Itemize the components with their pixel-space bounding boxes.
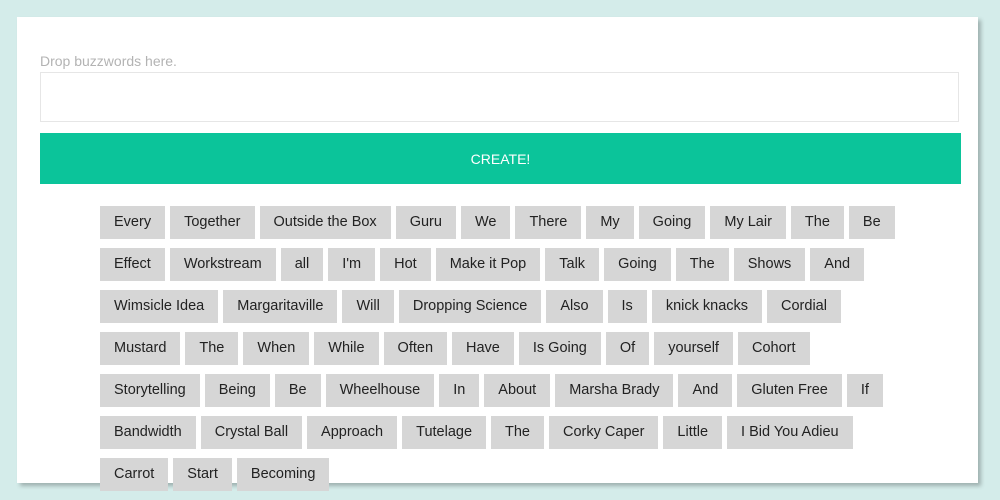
buzzword-chip[interactable]: My Lair xyxy=(710,206,786,239)
buzzword-chip[interactable]: And xyxy=(810,248,865,281)
buzzword-chip[interactable]: Becoming xyxy=(236,458,330,491)
buzzword-chip[interactable]: The xyxy=(790,206,844,239)
buzzword-chip[interactable]: Often xyxy=(383,332,448,365)
buzzword-chip[interactable]: Wheelhouse xyxy=(325,374,435,407)
buzzword-chip[interactable]: Bandwidth xyxy=(100,416,196,449)
buzzword-chip[interactable]: knick knacks xyxy=(651,290,763,323)
buzzword-chip[interactable]: Every xyxy=(100,206,166,239)
buzzword-chip[interactable]: Approach xyxy=(307,416,398,449)
buzzword-chip[interactable]: Will xyxy=(342,290,394,323)
buzzword-chip[interactable]: Hot xyxy=(380,248,431,281)
buzzword-input[interactable] xyxy=(40,72,959,122)
buzzword-chip[interactable]: Storytelling xyxy=(100,374,200,407)
buzzword-chip[interactable]: And xyxy=(678,374,733,407)
buzzword-chip[interactable]: Is xyxy=(607,290,647,323)
buzzword-chip[interactable]: Is Going xyxy=(518,332,601,365)
buzzword-chip[interactable]: While xyxy=(314,332,379,365)
buzzword-chip[interactable]: Wimsicle Idea xyxy=(100,290,219,323)
buzzword-chip[interactable]: Workstream xyxy=(169,248,276,281)
main-card: Drop buzzwords here. CREATE! Every Togeth… xyxy=(17,17,978,491)
buzzword-chip[interactable]: Crystal Ball xyxy=(200,416,303,449)
buzzword-chip[interactable]: Cohort xyxy=(737,332,810,365)
buzzword-chip[interactable]: Little xyxy=(663,416,723,449)
buzzword-chip[interactable]: The xyxy=(185,332,239,365)
buzzword-chip[interactable]: Cordial xyxy=(767,290,841,323)
buzzword-chip[interactable]: Guru xyxy=(395,206,456,239)
buzzword-chip[interactable]: Gluten Free xyxy=(737,374,842,407)
buzzword-chip[interactable]: The xyxy=(675,248,729,281)
buzzword-chip[interactable]: Have xyxy=(452,332,514,365)
buzzword-chip[interactable]: Being xyxy=(204,374,270,407)
buzzword-chip[interactable]: Margaritaville xyxy=(223,290,338,323)
buzzword-chip[interactable]: Be xyxy=(848,206,895,239)
buzzword-chip[interactable]: Marsha Brady xyxy=(555,374,674,407)
input-hint-label: Drop buzzwords here. xyxy=(40,53,177,69)
buzzword-chip[interactable]: all xyxy=(280,248,324,281)
buzzword-chip[interactable]: I Bid You Adieu xyxy=(727,416,853,449)
buzzword-chip[interactable]: yourself xyxy=(654,332,733,365)
buzzword-chip[interactable]: Also xyxy=(546,290,603,323)
buzzword-chip[interactable]: In xyxy=(439,374,480,407)
buzzword-chip[interactable]: Together xyxy=(170,206,255,239)
buzzword-chip[interactable]: Corky Caper xyxy=(549,416,659,449)
buzzword-chip[interactable]: Of xyxy=(605,332,650,365)
buzzword-chip[interactable]: My xyxy=(586,206,634,239)
buzzword-chip[interactable]: When xyxy=(243,332,310,365)
buzzword-chip[interactable]: I'm xyxy=(328,248,376,281)
buzzword-chip[interactable]: About xyxy=(484,374,551,407)
buzzword-chip[interactable]: Carrot xyxy=(100,458,169,491)
buzzword-chip[interactable]: Outside the Box xyxy=(259,206,391,239)
buzzword-chip[interactable]: The xyxy=(491,416,545,449)
buzzword-chip[interactable]: Tutelage xyxy=(402,416,487,449)
buzzword-chip[interactable]: Mustard xyxy=(100,332,181,365)
buzzword-chip[interactable]: Going xyxy=(604,248,671,281)
buzzword-chip[interactable]: Be xyxy=(274,374,321,407)
buzzword-chip[interactable]: There xyxy=(515,206,582,239)
buzzword-chip[interactable]: Dropping Science xyxy=(398,290,542,323)
buzzword-chip-list: Every Together Outside the Box Guru We There M… xyxy=(100,206,910,491)
buzzword-chip[interactable]: Start xyxy=(173,458,232,491)
buzzword-chip[interactable]: Effect xyxy=(100,248,165,281)
buzzword-chip[interactable]: Going xyxy=(638,206,706,239)
buzzword-chip[interactable]: Make it Pop xyxy=(435,248,541,281)
buzzword-chip[interactable]: Shows xyxy=(733,248,806,281)
buzzword-chip[interactable]: Talk xyxy=(545,248,600,281)
buzzword-chip[interactable]: We xyxy=(460,206,511,239)
create-button[interactable]: CREATE! xyxy=(40,133,961,184)
buzzword-chip[interactable]: If xyxy=(846,374,883,407)
